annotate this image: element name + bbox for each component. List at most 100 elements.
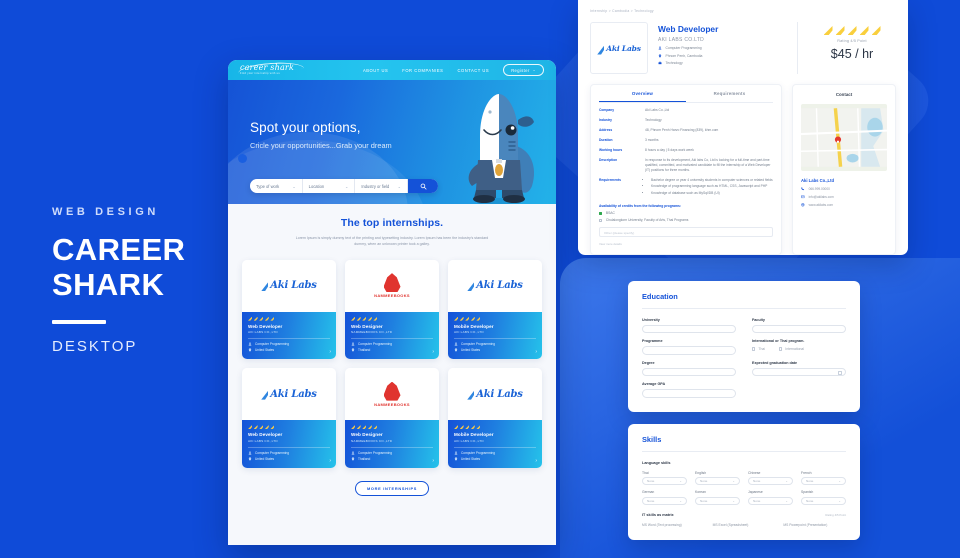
chevron-right-icon[interactable]: ›	[432, 349, 434, 355]
chevron-down-icon: ⌄	[785, 479, 788, 483]
caption-subtitle: DESKTOP	[52, 337, 138, 355]
card-location: Thailand	[351, 348, 433, 352]
contact-map[interactable]	[801, 104, 887, 171]
availability-label: Chulalongkorn University, Faculty of Art…	[605, 218, 689, 223]
chevron-down-icon: ⌄	[397, 183, 402, 189]
rating-label: Rating 4/5 Point	[837, 39, 867, 43]
rating-fin-icon	[259, 316, 264, 321]
pin-icon	[351, 348, 355, 352]
card-body: Web Developer AKI LABS CO.,LTD Computer …	[242, 311, 336, 360]
job-meta-field: Computer Programming	[658, 46, 787, 50]
field-faculty-input[interactable]	[752, 324, 846, 333]
radio-thai[interactable]: Thai	[752, 347, 765, 351]
field-university-input[interactable]	[642, 324, 736, 333]
card-logo-area: Aki Labs	[242, 259, 336, 312]
chevron-down-icon: ⌄	[838, 479, 841, 483]
field-degree-input[interactable]	[642, 367, 736, 376]
availability-label: BSAC	[605, 211, 615, 216]
rating-fin-icon	[351, 316, 355, 321]
register-button[interactable]: Register ⌄	[503, 64, 544, 76]
language-level-select[interactable]: None ⌄	[642, 477, 687, 485]
radio-thai-label: Thai	[758, 347, 765, 351]
field-graduation-date-input[interactable]	[752, 367, 846, 376]
card-field-label: Computer Programming	[255, 450, 290, 455]
site-logo-tagline: Find your internship with us	[240, 72, 280, 76]
rating-fin-icon	[454, 316, 458, 321]
language-skill-field: French None ⌄	[801, 471, 846, 485]
job-requirements-key: Requirements	[599, 177, 621, 182]
language-level-select[interactable]: None ⌄	[695, 496, 740, 505]
pin-icon	[658, 53, 662, 58]
job-meta-location: Phnom Penh, Cambodia	[658, 54, 787, 58]
chevron-right-icon[interactable]: ›	[535, 458, 537, 464]
chevron-right-icon[interactable]: ›	[329, 458, 331, 464]
nav-item-for-companies[interactable]: FOR COMPANIES	[402, 68, 443, 73]
internship-card[interactable]: Aki Labs Mobile Developer AKI LABS CO.,L…	[448, 368, 542, 468]
contact-email[interactable]: info@akilabs.com	[801, 195, 887, 199]
card-location: United States	[454, 348, 536, 352]
rating-fin-icon	[476, 425, 481, 430]
chevron-down-icon: ⌄	[679, 498, 682, 503]
search-button[interactable]	[408, 179, 438, 193]
job-meta-field-label: Computer Programming	[665, 46, 702, 50]
nav-item-about-us[interactable]: ABOUT US	[363, 68, 388, 73]
phone-icon	[801, 187, 805, 191]
requirement-item: Knowledge of database such as MySql/DB (…	[651, 191, 773, 196]
more-internships-button[interactable]: MORE INTERNSHIPS	[354, 480, 430, 496]
person-icon	[658, 46, 662, 50]
rating-fin-icon	[871, 26, 881, 35]
internship-card[interactable]: NAMMEEBOOKS Web Designer NAMMEEBOOKS CO.…	[345, 259, 439, 360]
language-level-select[interactable]: None ⌄	[748, 477, 793, 485]
view-more-link[interactable]: View more details	[599, 242, 773, 246]
job-info-row: Industry Technology	[599, 118, 773, 123]
rating-fin-icon	[470, 316, 475, 321]
chevron-right-icon[interactable]: ›	[432, 458, 434, 464]
nav-item-contact-us[interactable]: CONTACT US	[457, 68, 489, 73]
it-skill-column: MS Excel (Spreadsheet)	[712, 522, 749, 527]
caption-divider	[52, 319, 106, 324]
internship-card[interactable]: Aki Labs Web Developer AKI LABS CO.,LTD …	[242, 259, 336, 360]
radio-international[interactable]: International	[779, 347, 804, 351]
hero-search-bar: Type of work ⌄ Location ⌄ Industry or fi…	[250, 179, 438, 193]
card-location-label: United States	[461, 456, 481, 461]
tab-requirements[interactable]: Requirements	[686, 85, 773, 102]
breadcrumb[interactable]: Internship > Cambodia > Technology	[590, 9, 896, 13]
job-info-value: Technology	[645, 117, 662, 122]
language-level-value: None	[753, 479, 761, 483]
availability-checkbox-row[interactable]: BSAC	[599, 211, 773, 215]
availability-checkbox-row[interactable]: Chulalongkorn University, Faculty of Art…	[599, 218, 773, 222]
search-field-industry-value: Industry or field	[361, 183, 390, 189]
internship-card[interactable]: Aki Labs Mobile Developer AKI LABS CO.,L…	[448, 259, 542, 360]
search-field-type-of-work[interactable]: Type of work ⌄	[250, 179, 303, 193]
internship-card[interactable]: Aki Labs Web Developer AKI LABS CO.,LTD …	[242, 368, 336, 468]
contact-website[interactable]: www.akilabs.com	[801, 203, 887, 207]
checkbox-icon	[599, 218, 603, 222]
job-price: $45 / hr	[830, 47, 874, 61]
language-level-select[interactable]: None ⌄	[801, 496, 846, 505]
field-gpa-input[interactable]	[642, 389, 736, 398]
card-logo-area: Aki Labs	[242, 368, 336, 421]
rating-fin-icon	[823, 26, 833, 35]
tab-overview[interactable]: Overview	[599, 85, 686, 102]
other-program-input[interactable]: Other (please specify)	[599, 227, 773, 238]
job-info-value: 8 hours a day | 5 days work week	[645, 147, 694, 152]
register-label: Register	[511, 67, 530, 73]
chevron-right-icon[interactable]: ›	[535, 349, 537, 355]
site-logo[interactable]: career shark Find your internship with u…	[240, 64, 294, 76]
card-rating	[351, 316, 433, 321]
field-programme-input[interactable]	[642, 346, 736, 355]
internship-card[interactable]: NAMMEEBOOKS Web Designer NAMMEEBOOKS CO.…	[345, 368, 439, 468]
card-company: AKI LABS CO.,LTD	[454, 438, 484, 443]
chevron-down-icon: ⌄	[732, 479, 735, 483]
chevron-right-icon[interactable]: ›	[329, 349, 331, 355]
search-field-industry[interactable]: Industry or field ⌄	[355, 179, 409, 193]
search-field-location[interactable]: Location ⌄	[303, 179, 356, 193]
job-info-row: Description In response to its developme…	[599, 158, 773, 173]
language-level-select[interactable]: None ⌄	[695, 477, 740, 485]
language-level-select[interactable]: None ⌄	[801, 477, 846, 485]
card-location-label: United States	[461, 348, 481, 353]
globe-icon	[801, 203, 805, 207]
language-level-select[interactable]: None ⌄	[642, 496, 687, 505]
language-level-select[interactable]: None ⌄	[748, 496, 793, 505]
contact-phone[interactable]: 066.999.00000	[801, 187, 887, 191]
